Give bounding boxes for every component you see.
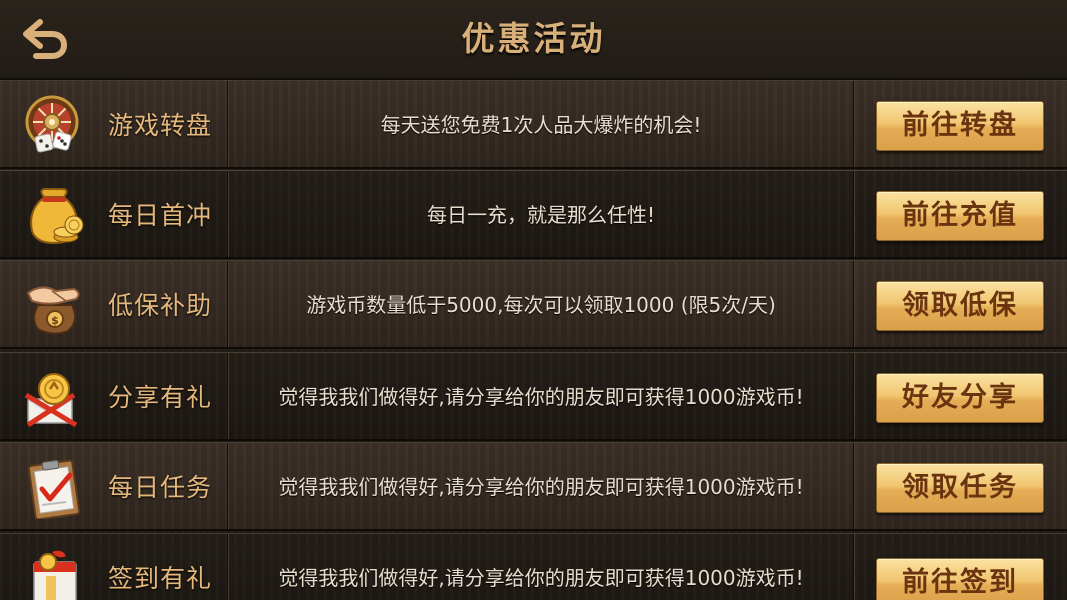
- column-divider: [853, 443, 855, 529]
- promo-row-daily-task: 每日任务 觉得我我们做得好,请分享给你的朋友即可获得1000游戏币! 领取任务: [0, 442, 1067, 531]
- promo-row-subsidy: $ 低保补助 游戏币数量低于5000,每次可以领取1000 (限5次/天) 领取…: [0, 260, 1067, 349]
- handshake-coin-icon: $: [22, 275, 88, 337]
- money-bag-icon: [22, 185, 88, 247]
- gift-coin-icon: [22, 367, 88, 429]
- column-divider: [227, 81, 229, 167]
- column-divider: [853, 261, 855, 347]
- column-divider: [853, 534, 855, 600]
- go-recharge-button[interactable]: 前往充值: [876, 191, 1044, 241]
- claim-subsidy-button[interactable]: 领取低保: [876, 281, 1044, 331]
- column-divider: [853, 353, 855, 439]
- column-divider: [227, 443, 229, 529]
- column-divider: [227, 534, 229, 600]
- roulette-icon: [22, 95, 88, 157]
- promo-row-checkin: 签到有礼 觉得我我们做得好,请分享给你的朋友即可获得1000游戏币! 前往签到: [0, 533, 1067, 600]
- promo-description: 每天送您免费1次人品大爆炸的机会!: [380, 113, 702, 137]
- svg-text:$: $: [51, 314, 59, 327]
- promo-name: 分享有礼: [108, 383, 213, 412]
- promo-row-first-recharge: 每日首冲 每日一充，就是那么任性! 前往充值: [0, 170, 1067, 259]
- promo-name: 每日任务: [108, 473, 213, 502]
- promo-row-share: 分享有礼 觉得我我们做得好,请分享给你的朋友即可获得1000游戏币! 好友分享: [0, 352, 1067, 441]
- promotions-screen: 优惠活动 游戏转盘 每天送您免费1次人品大爆炸的机会! 前往转盘 每日首冲 每日…: [0, 0, 1067, 600]
- promo-name: 签到有礼: [108, 564, 213, 593]
- promo-description: 觉得我我们做得好,请分享给你的朋友即可获得1000游戏币!: [278, 475, 804, 499]
- promo-row-roulette: 游戏转盘 每天送您免费1次人品大爆炸的机会! 前往转盘: [0, 80, 1067, 169]
- friend-share-button[interactable]: 好友分享: [876, 373, 1044, 423]
- promo-name: 低保补助: [108, 291, 213, 320]
- promo-description: 觉得我我们做得好,请分享给你的朋友即可获得1000游戏币!: [278, 385, 804, 409]
- promo-description: 觉得我我们做得好,请分享给你的朋友即可获得1000游戏币!: [278, 566, 804, 590]
- claim-task-button[interactable]: 领取任务: [876, 463, 1044, 513]
- column-divider: [227, 261, 229, 347]
- promo-description: 每日一充，就是那么任性!: [426, 203, 656, 227]
- go-checkin-button[interactable]: 前往签到: [876, 558, 1044, 600]
- column-divider: [227, 171, 229, 257]
- column-divider: [227, 353, 229, 439]
- go-roulette-button[interactable]: 前往转盘: [876, 101, 1044, 151]
- calendar-gift-icon: [22, 548, 88, 600]
- promo-name: 每日首冲: [108, 201, 213, 230]
- column-divider: [853, 81, 855, 167]
- column-divider: [853, 171, 855, 257]
- promo-name: 游戏转盘: [108, 111, 213, 140]
- clipboard-check-icon: [22, 457, 88, 519]
- promo-description: 游戏币数量低于5000,每次可以领取1000 (限5次/天): [306, 293, 776, 317]
- page-title: 优惠活动: [461, 19, 606, 58]
- header-bar: 优惠活动: [0, 0, 1067, 80]
